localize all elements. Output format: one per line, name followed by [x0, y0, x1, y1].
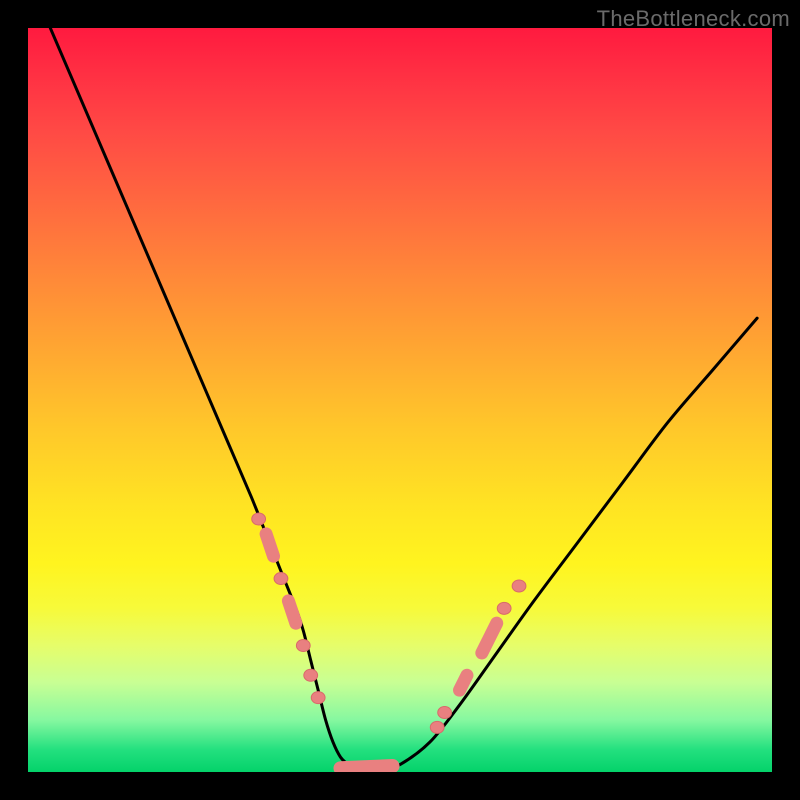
data-marker [438, 706, 452, 718]
data-marker [252, 513, 266, 525]
plot-area [28, 28, 772, 772]
data-marker [274, 573, 288, 585]
data-marker [304, 669, 318, 681]
data-marker [497, 602, 511, 614]
data-marker-capsule [460, 675, 467, 690]
data-marker [311, 692, 325, 704]
chart-frame: TheBottleneck.com [0, 0, 800, 800]
data-marker-capsule [340, 766, 392, 768]
bottleneck-curve [50, 28, 757, 772]
watermark-text: TheBottleneck.com [597, 6, 790, 32]
data-marker [512, 580, 526, 592]
curve-layer [28, 28, 772, 772]
data-marker-capsule [266, 534, 273, 556]
data-marker-capsule [288, 601, 295, 623]
data-marker [296, 640, 310, 652]
data-marker [430, 721, 444, 733]
data-marker-capsule [482, 623, 497, 653]
